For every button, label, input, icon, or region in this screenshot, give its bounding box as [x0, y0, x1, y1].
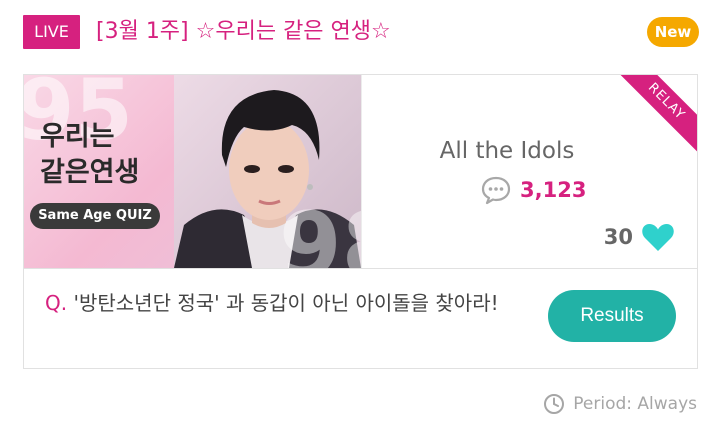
period-text: Period: Always: [573, 394, 697, 414]
comment-count: 3,123: [520, 178, 587, 202]
thumbnail-background-number: 98: [279, 193, 361, 268]
heart-icon[interactable]: [641, 222, 675, 252]
like-count: 30: [603, 225, 633, 249]
results-button[interactable]: Results: [548, 290, 676, 342]
like-stat[interactable]: 30: [604, 220, 675, 254]
quiz-thumbnail[interactable]: 95 98: [24, 75, 361, 268]
quiz-category: All the Idols: [439, 138, 575, 164]
live-badge: LIVE: [23, 15, 80, 49]
question-text: '방탄소년단 정국' 과 동갑이 아닌 아이돌을 찾아라!: [73, 291, 499, 315]
quiz-period: Period: Always: [543, 392, 697, 416]
quiz-question: Q. '방탄소년단 정국' 과 동갑이 아닌 아이돌을 찾아라!: [45, 287, 499, 316]
question-row: Q. '방탄소년단 정국' 과 동갑이 아닌 아이돌을 찾아라! Results: [24, 268, 697, 368]
thumbnail-title: 우리는 같은연생: [40, 119, 180, 191]
clock-icon: [544, 394, 565, 414]
thumbnail-title-line: 우리는: [40, 121, 115, 152]
quiz-type-pill: Same Age QUIZ: [30, 203, 160, 229]
quiz-title[interactable]: [3월 1주] ☆우리는 같은 연생☆: [96, 15, 391, 49]
quiz-info-panel: RELAY All the Idols 3,123 30: [361, 75, 697, 268]
comment-stat[interactable]: 3,123: [480, 173, 586, 207]
quiz-card[interactable]: 95 98: [23, 74, 698, 369]
quiz-header: LIVE [3월 1주] ☆우리는 같은 연생☆ New: [23, 15, 699, 49]
thumbnail-title-line: 같은연생: [40, 157, 140, 188]
new-badge: New: [647, 17, 699, 47]
question-prefix: Q.: [45, 291, 68, 315]
speech-bubble-icon: [481, 176, 511, 205]
